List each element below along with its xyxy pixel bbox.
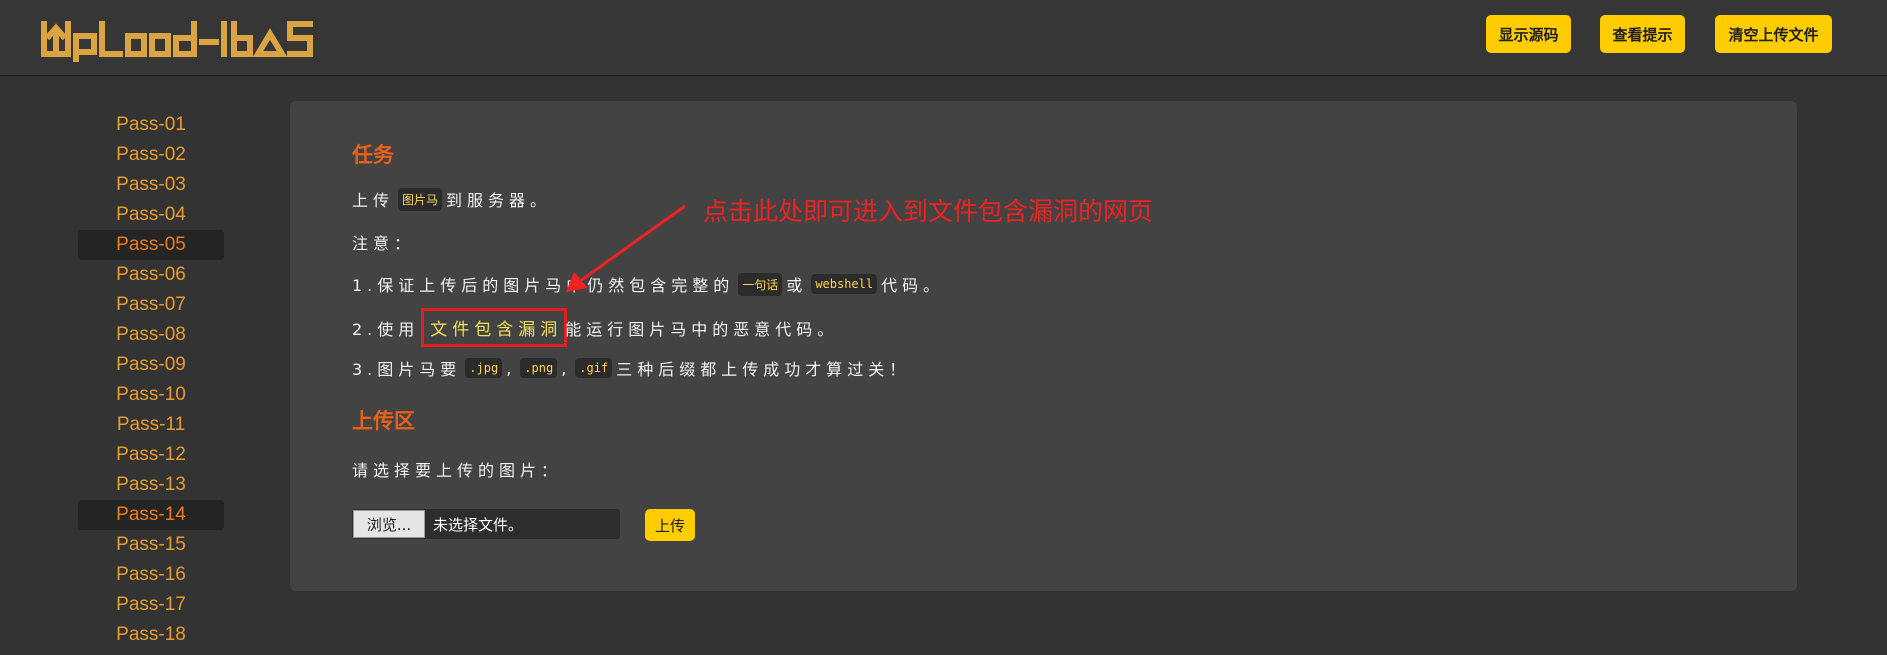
sidebar-item-pass-17[interactable]: Pass-17 — [78, 590, 224, 620]
task-item-2-post: 能运行图片马中的恶意代码。 — [565, 319, 839, 339]
sidebar-item-pass-01[interactable]: Pass-01 — [78, 110, 224, 140]
sidebar-item-pass-16[interactable]: Pass-16 — [78, 560, 224, 590]
task-item-1-pre: 1.保证上传后的图片马中仍然包含完整的 — [352, 276, 735, 295]
browse-button[interactable]: 浏览... — [353, 510, 425, 538]
sidebar-item-pass-10[interactable]: Pass-10 — [78, 380, 224, 410]
sidebar-item-pass-03[interactable]: Pass-03 — [78, 170, 224, 200]
task-line-1: 上传 图片马 到服务器。 — [352, 187, 551, 211]
sidebar-item-pass-11[interactable]: Pass-11 — [78, 410, 224, 440]
view-hint-button[interactable]: 查看提示 — [1600, 15, 1685, 53]
upload-labs-logo — [41, 21, 313, 62]
sidebar-item-pass-08[interactable]: Pass-08 — [78, 320, 224, 350]
task-item-1: 1.保证上传后的图片马中仍然包含完整的 一句话 或 webshell 代码。 — [352, 272, 944, 296]
sidebar-item-pass-04[interactable]: Pass-04 — [78, 200, 224, 230]
sidebar-item-pass-07[interactable]: Pass-07 — [78, 290, 224, 320]
sidebar-item-pass-02[interactable]: Pass-02 — [78, 140, 224, 170]
task-item-1-post: 代码。 — [881, 276, 945, 295]
clear-uploads-button[interactable]: 清空上传文件 — [1715, 15, 1832, 53]
task-item-1-mid: 或 — [786, 276, 808, 295]
task-item-3-post: 三种后缀都上传成功才算过关！ — [616, 360, 911, 379]
code-webshell: webshell — [811, 274, 878, 294]
sidebar-item-pass-13[interactable]: Pass-13 — [78, 470, 224, 500]
annotation-text: 点击此处即可进入到文件包含漏洞的网页 — [703, 197, 1154, 226]
file-inclusion-link[interactable]: 文件包含漏洞 — [421, 308, 568, 347]
task-item-3: 3.图片马要 .jpg , .png , .gif 三种后缀都上传成功才算过关！ — [352, 356, 910, 380]
file-input[interactable]: 浏览... 未选择文件。 — [352, 509, 620, 539]
sidebar-item-pass-09[interactable]: Pass-09 — [78, 350, 224, 380]
sidebar-item-pass-12[interactable]: Pass-12 — [78, 440, 224, 470]
code-image-horse: 图片马 — [398, 187, 443, 211]
code-png: .png — [520, 358, 558, 378]
upload-prompt: 请选择要上传的图片： — [352, 461, 563, 480]
task-note: 注意： — [352, 234, 416, 253]
task-item-2: 2.使用 文件包含漏洞 能运行图片马中的恶意代码。 — [352, 308, 838, 347]
sidebar-item-pass-18[interactable]: Pass-18 — [78, 620, 224, 650]
top-bar: 显示源码 查看提示 清空上传文件 — [0, 0, 1887, 76]
task-item-2-pre: 2.使用 — [352, 319, 420, 339]
sidebar-pass-list: Pass-01 Pass-02 Pass-03 Pass-04 Pass-05 … — [78, 110, 224, 650]
code-gif: .gif — [575, 358, 613, 378]
task-line-1-pre: 上传 — [352, 191, 395, 210]
code-jpg: .jpg — [465, 358, 503, 378]
sidebar-item-pass-14[interactable]: Pass-14 — [78, 500, 224, 530]
sidebar-item-pass-05[interactable]: Pass-05 — [78, 230, 224, 260]
file-status: 未选择文件。 — [433, 515, 524, 534]
task-item-3-sep-2: , — [561, 358, 572, 378]
sidebar-item-pass-15[interactable]: Pass-15 — [78, 530, 224, 560]
upload-submit-button[interactable]: 上传 — [645, 509, 695, 541]
task-line-1-post: 到服务器。 — [446, 191, 552, 210]
sidebar-item-pass-06[interactable]: Pass-06 — [78, 260, 224, 290]
task-item-3-pre: 3.图片马要 — [352, 360, 462, 379]
code-one-liner: 一句话 — [738, 272, 783, 296]
task-item-3-sep-1: , — [506, 358, 517, 378]
main-panel: 任务 上传 图片马 到服务器。 注意： 1.保证上传后的图片马中仍然包含完整的 … — [290, 101, 1797, 591]
task-title: 任务 — [352, 143, 394, 167]
show-source-button[interactable]: 显示源码 — [1486, 15, 1571, 53]
upload-title: 上传区 — [352, 409, 415, 433]
